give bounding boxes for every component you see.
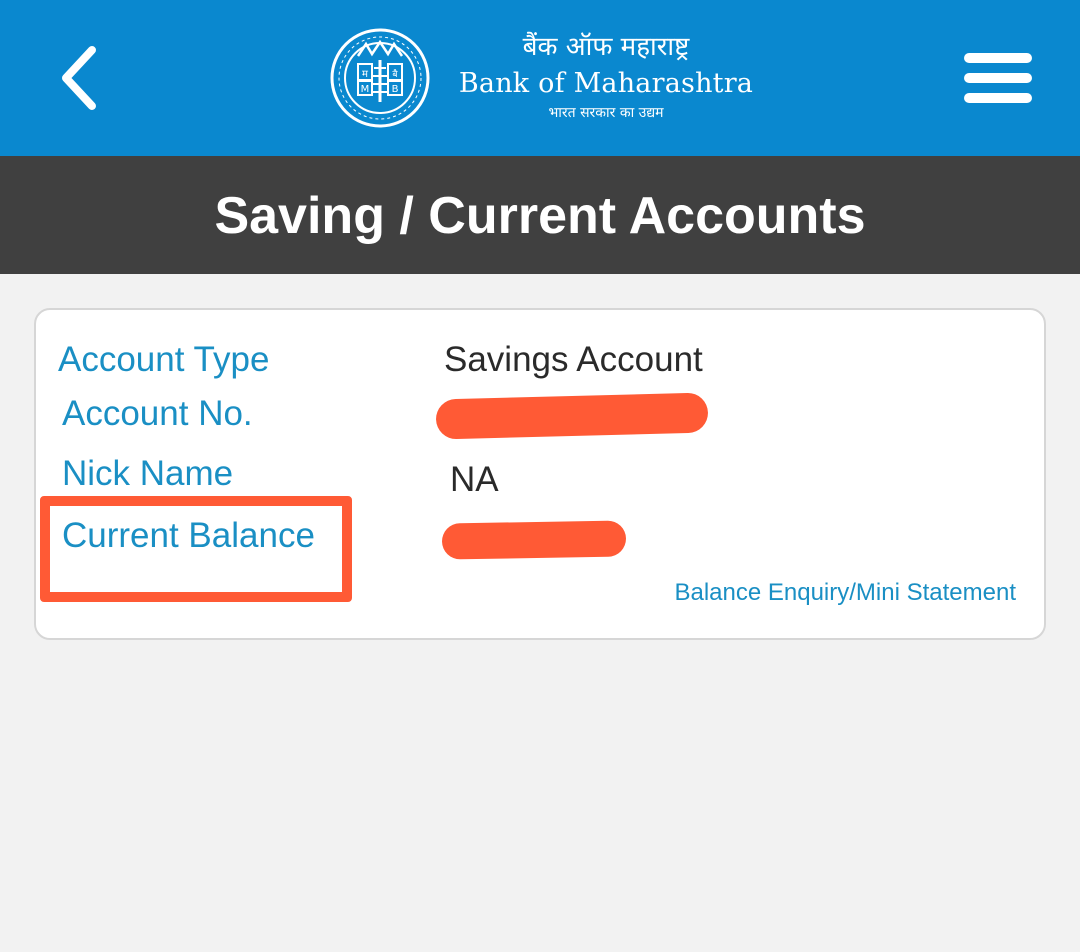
brand-name-hindi: बैंक ऑफ महाराष्ट्र xyxy=(522,32,690,62)
svg-text:बै: बै xyxy=(392,68,398,80)
page-title: Saving / Current Accounts xyxy=(214,187,866,245)
svg-text:म: म xyxy=(362,69,369,80)
account-type-value: Savings Account xyxy=(444,340,703,379)
bank-emblem-logo: म M बै B xyxy=(330,28,430,128)
chevron-left-icon xyxy=(62,46,96,110)
account-type-label: Account Type xyxy=(58,340,270,379)
svg-text:M: M xyxy=(361,84,370,95)
account-card: Account Type Savings Account Account No.… xyxy=(34,308,1046,640)
balance-enquiry-link[interactable]: Balance Enquiry/Mini Statement xyxy=(674,578,1016,608)
account-number-redaction xyxy=(435,392,709,440)
current-balance-highlight xyxy=(40,496,352,602)
nick-name-label: Nick Name xyxy=(62,454,234,493)
bank-brand: म M बै B बैंक ऑफ महाराष्ट्र Bank of Maha… xyxy=(328,24,758,134)
current-balance-redaction xyxy=(441,520,627,560)
account-number-label: Account No. xyxy=(62,394,253,433)
back-button[interactable] xyxy=(52,40,112,116)
menu-button[interactable] xyxy=(958,48,1038,108)
app-bar: म M बै B बैंक ऑफ महाराष्ट्र Bank of Maha… xyxy=(0,0,1080,156)
svg-text:B: B xyxy=(392,84,399,95)
brand-tagline: भारत सरकार का उद्यम xyxy=(548,105,664,121)
nick-name-value: NA xyxy=(450,460,499,499)
brand-name-english: Bank of Maharashtra xyxy=(458,68,754,99)
title-bar: Saving / Current Accounts xyxy=(0,156,1080,274)
hamburger-menu-icon xyxy=(964,53,1032,103)
